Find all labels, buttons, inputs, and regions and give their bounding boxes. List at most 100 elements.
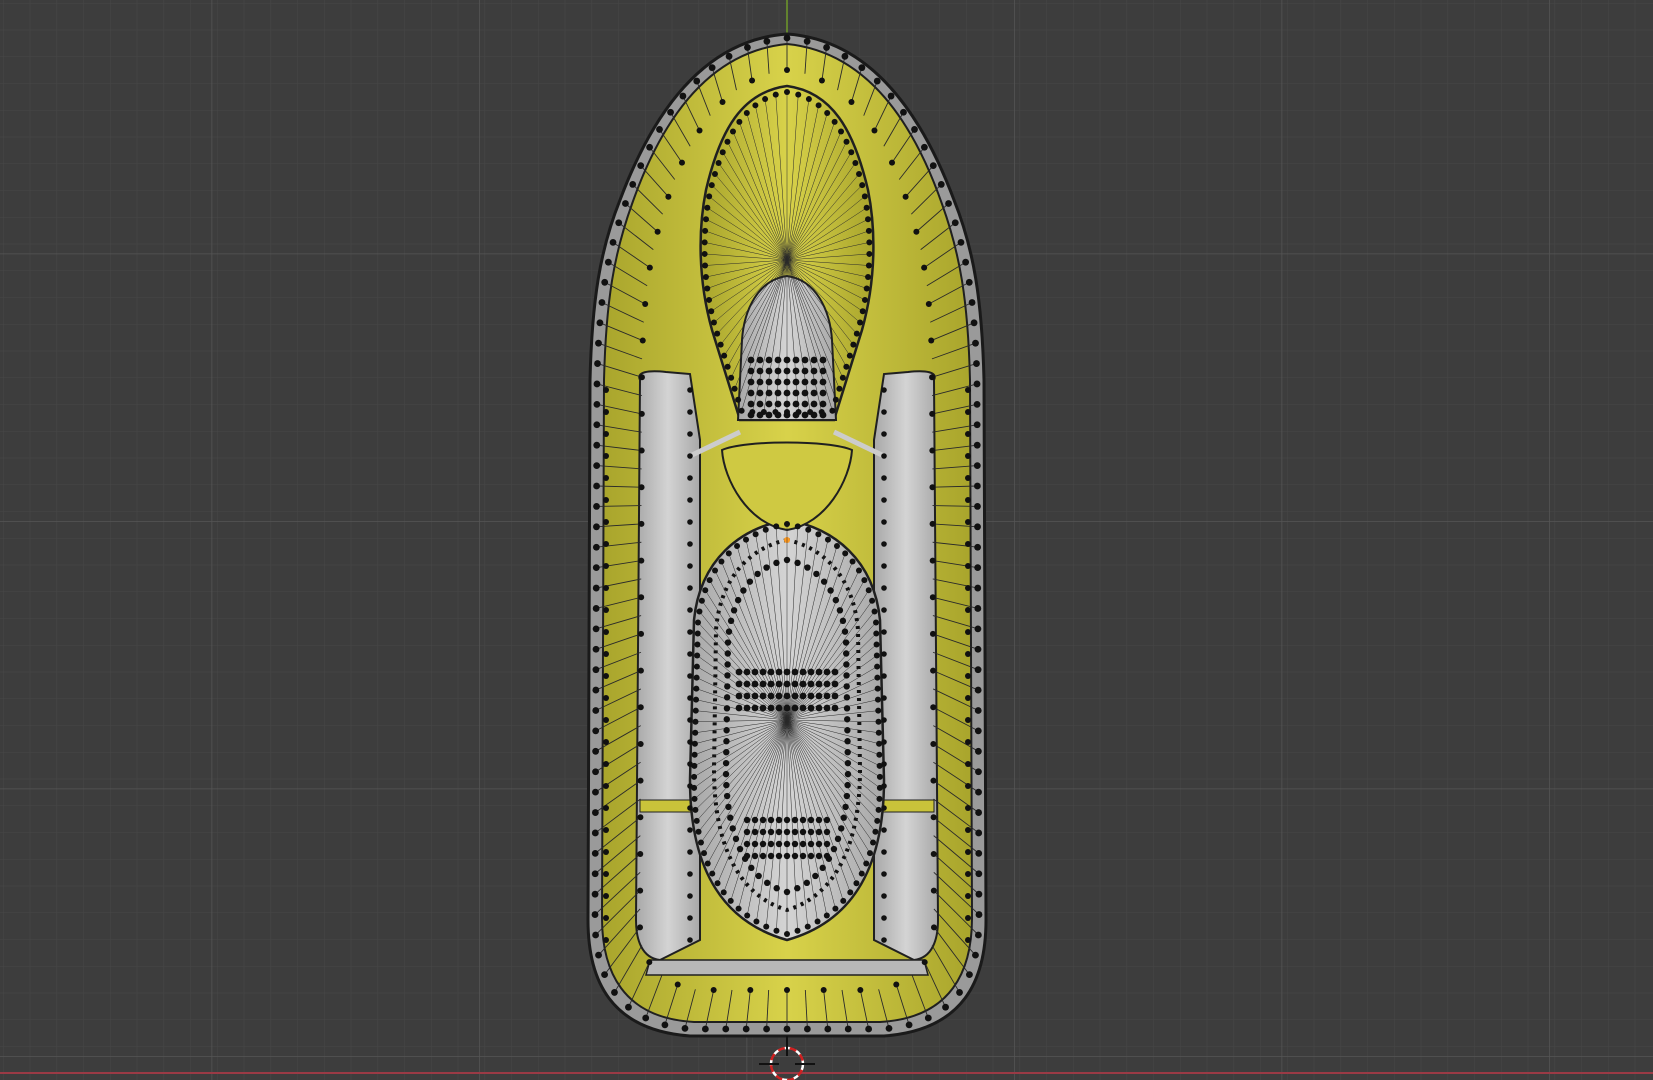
vertex xyxy=(775,852,783,860)
vertex xyxy=(731,385,738,392)
vertex xyxy=(794,559,801,567)
vertex xyxy=(742,1025,750,1033)
vertex xyxy=(823,704,831,712)
vertex xyxy=(791,668,799,676)
vertex xyxy=(810,378,818,386)
vertex xyxy=(767,816,775,824)
vertex xyxy=(702,262,709,269)
vertex xyxy=(975,829,983,837)
viewport-canvas[interactable] xyxy=(0,0,1653,1080)
vertex xyxy=(859,182,866,189)
vertex xyxy=(767,692,775,700)
vertex xyxy=(756,356,764,364)
vertex xyxy=(783,816,791,824)
vertex xyxy=(687,827,693,833)
vertex xyxy=(819,411,827,419)
vertex xyxy=(929,594,936,601)
vertex xyxy=(593,523,600,531)
vertex xyxy=(687,431,693,437)
vertex xyxy=(840,897,847,904)
vertex xyxy=(687,871,693,877)
vertex xyxy=(881,409,887,415)
vertex xyxy=(972,339,979,347)
vertex xyxy=(637,740,644,747)
vertex xyxy=(850,341,857,348)
vertex xyxy=(973,380,981,388)
vertex xyxy=(694,652,701,659)
vertex xyxy=(593,400,601,408)
vertex xyxy=(874,685,881,692)
vertex xyxy=(865,227,872,234)
vertex xyxy=(730,607,738,614)
vertex xyxy=(853,880,860,887)
vertex xyxy=(759,704,767,712)
vertex xyxy=(765,400,773,408)
vertex xyxy=(724,639,732,646)
vertex xyxy=(824,110,831,117)
vertex xyxy=(873,652,880,659)
vertex xyxy=(637,667,644,674)
vertex xyxy=(783,828,791,836)
vertex xyxy=(893,981,900,988)
vertex xyxy=(801,411,809,419)
vertex xyxy=(962,258,970,266)
vertex xyxy=(881,805,887,811)
vertex xyxy=(729,825,736,832)
vertex xyxy=(642,1014,650,1022)
vertex xyxy=(965,805,971,811)
vertex xyxy=(751,704,759,712)
vertex xyxy=(881,673,887,679)
vertex xyxy=(701,850,708,857)
vertex xyxy=(823,680,831,688)
vertex xyxy=(692,718,699,725)
vertex xyxy=(819,378,827,386)
vertex xyxy=(832,596,840,604)
vertex xyxy=(974,605,982,612)
vertex xyxy=(763,564,770,571)
vertex xyxy=(804,564,811,571)
vertex xyxy=(965,541,971,547)
vertex xyxy=(881,453,887,459)
vertex xyxy=(792,378,800,386)
vertex xyxy=(732,835,740,843)
vertex xyxy=(723,748,730,756)
vertex xyxy=(774,378,782,386)
vertex xyxy=(592,788,599,796)
vertex xyxy=(603,497,609,503)
vertex xyxy=(819,864,826,872)
vertex xyxy=(687,453,693,459)
vertex xyxy=(844,716,851,723)
vertex xyxy=(694,641,701,648)
vertex xyxy=(792,367,800,375)
vertex xyxy=(702,587,709,594)
vertex xyxy=(848,99,855,106)
vertex xyxy=(638,594,645,601)
vertex xyxy=(791,840,799,848)
jet-ski-mesh[interactable] xyxy=(586,32,988,1038)
vertex xyxy=(975,768,982,776)
vertex xyxy=(687,541,693,547)
vertex xyxy=(591,890,599,898)
vertex xyxy=(792,389,800,397)
vertex xyxy=(609,238,617,246)
vertex xyxy=(965,761,971,767)
vertex xyxy=(774,389,782,397)
vertex xyxy=(724,672,731,679)
vertex xyxy=(838,128,845,135)
vertex xyxy=(592,727,600,735)
vertex xyxy=(849,558,856,565)
vertex xyxy=(974,666,982,674)
vertex xyxy=(595,339,602,347)
3d-viewport[interactable] xyxy=(0,0,1653,1080)
vertex xyxy=(843,694,851,701)
vertex xyxy=(638,520,645,527)
vertex xyxy=(972,951,979,959)
vertex xyxy=(637,924,644,931)
vertex xyxy=(747,411,755,419)
vertex xyxy=(751,680,759,688)
vertex xyxy=(830,845,838,853)
vertex xyxy=(865,216,872,223)
vertex xyxy=(638,630,645,637)
vertex xyxy=(654,228,661,235)
vertex xyxy=(667,108,674,116)
